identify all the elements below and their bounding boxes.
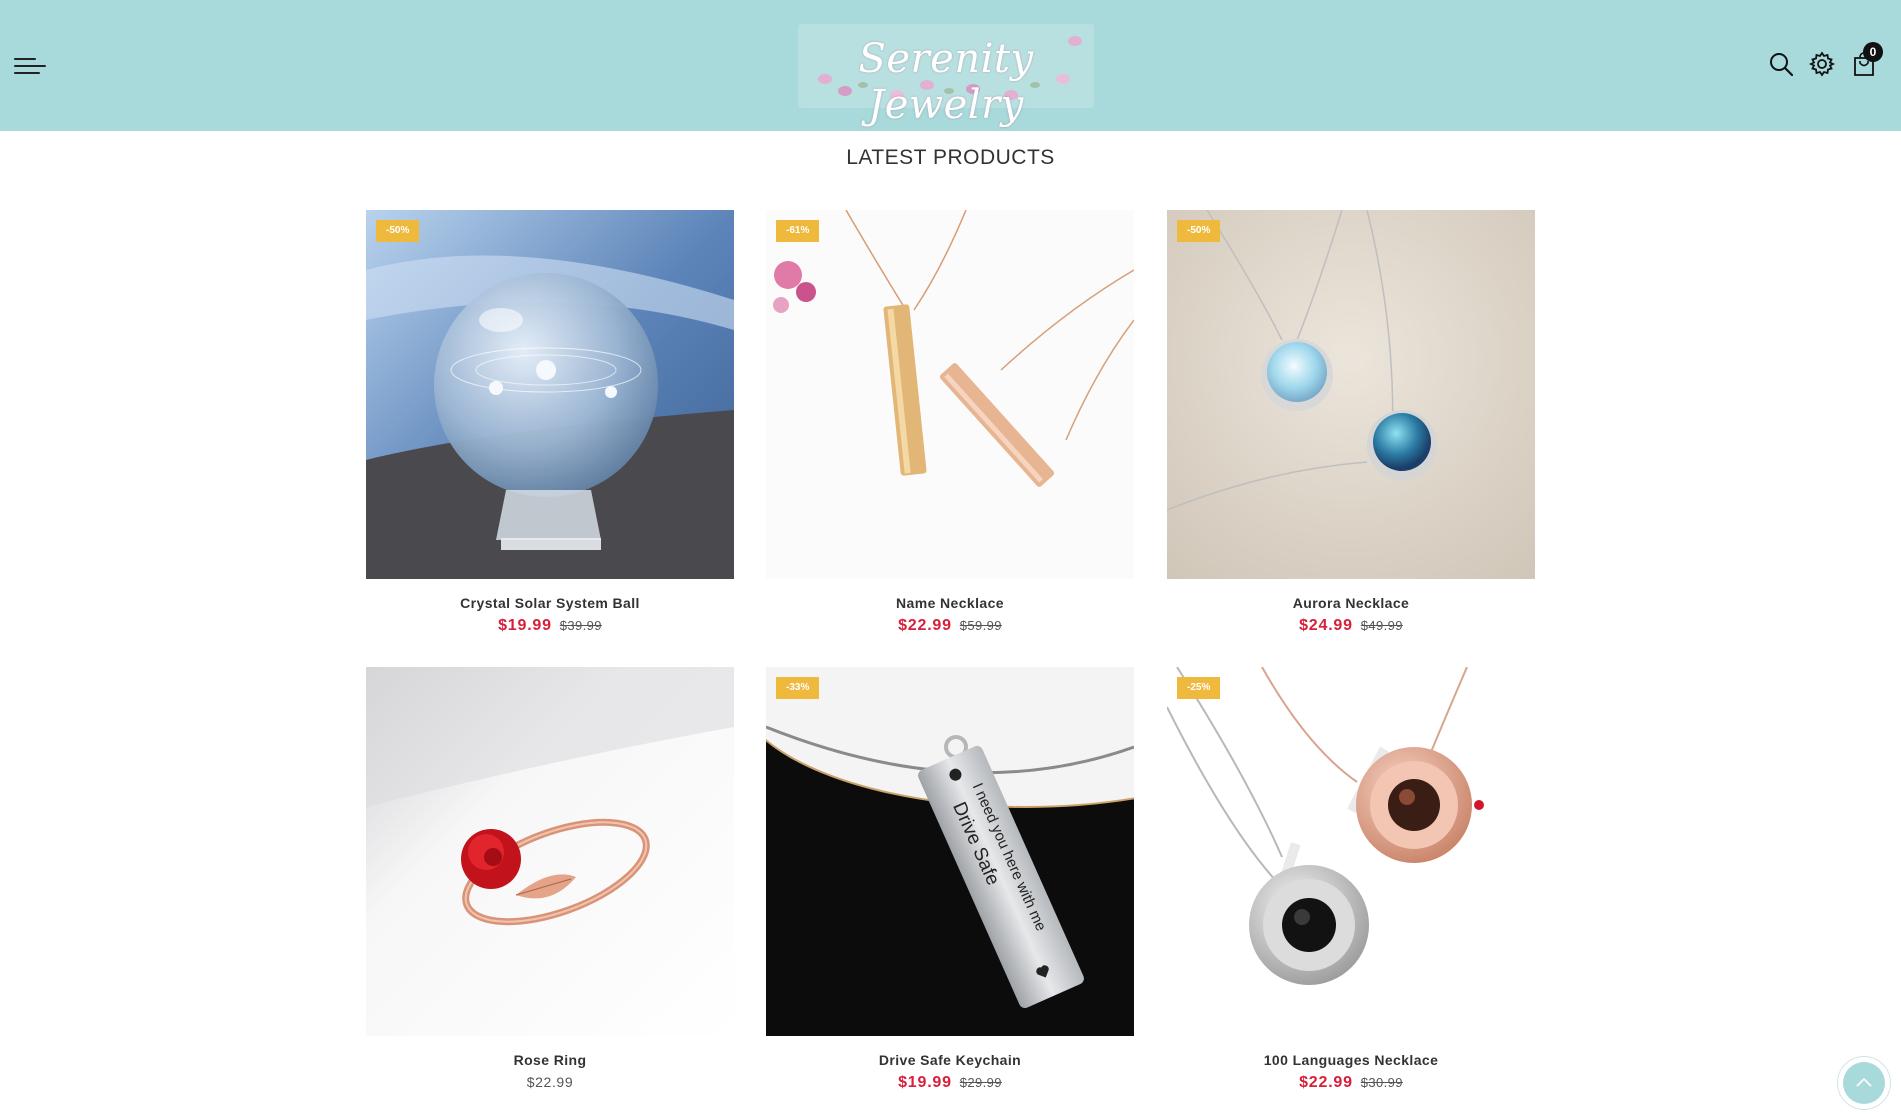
product-prices: $24.99 $49.99 xyxy=(1167,617,1535,635)
sale-price: $22.99 xyxy=(1299,1074,1353,1091)
product-image[interactable]: -61% xyxy=(766,210,1134,579)
original-price: $30.99 xyxy=(1360,1075,1403,1090)
section-title: LATEST PRODUCTS xyxy=(846,146,1055,169)
product-image[interactable]: -50% xyxy=(366,210,734,579)
product-prices: $22.99 $30.99 xyxy=(1167,1074,1535,1092)
original-price: $59.99 xyxy=(959,618,1002,633)
sale-price: $19.99 xyxy=(898,1074,952,1091)
rose-ring-photo xyxy=(366,667,734,1036)
languages-necklace-photo xyxy=(1167,667,1535,1036)
gear-icon[interactable] xyxy=(1808,50,1836,78)
drive-safe-keychain-photo: Drive Safe I need you here with me xyxy=(766,667,1134,1036)
product-card: Rose Ring $22.99 xyxy=(366,667,734,1090)
discount-badge: -50% xyxy=(1177,220,1221,242)
product-image[interactable]: Drive Safe I need you here with me -33% xyxy=(766,667,1134,1036)
sale-price: $22.99 xyxy=(898,617,952,634)
product-card: -50% Crystal Solar System Ball $19.99 $3… xyxy=(366,210,734,635)
aurora-necklace-photo xyxy=(1167,210,1535,579)
cart-count-badge: 0 xyxy=(1863,42,1883,62)
regular-price: $22.99 xyxy=(526,1074,574,1090)
original-price: $29.99 xyxy=(959,1075,1002,1090)
product-name[interactable]: Crystal Solar System Ball xyxy=(366,595,734,611)
discount-badge: -50% xyxy=(376,220,420,242)
crystal-ball-photo xyxy=(366,210,734,579)
product-card: Drive Safe I need you here with me -33% … xyxy=(766,667,1134,1092)
product-name[interactable]: 100 Languages Necklace xyxy=(1167,1052,1535,1068)
product-image[interactable] xyxy=(366,667,734,1036)
menu-icon[interactable] xyxy=(14,55,46,77)
discount-badge: -33% xyxy=(776,677,820,699)
product-name[interactable]: Name Necklace xyxy=(766,595,1134,611)
product-name[interactable]: Rose Ring xyxy=(366,1052,734,1068)
name-necklace-photo xyxy=(766,210,1134,579)
site-logo[interactable]: Serenity Jewelry xyxy=(798,24,1094,128)
scroll-to-top-circle xyxy=(1843,1062,1885,1104)
product-image[interactable]: -25% xyxy=(1167,667,1535,1036)
original-price: $39.99 xyxy=(559,618,602,633)
logo-text: Serenity Jewelry xyxy=(858,36,1034,128)
product-card: -25% 100 Languages Necklace $22.99 $30.9… xyxy=(1167,667,1535,1092)
product-card: -61% Name Necklace $22.99 $59.99 xyxy=(766,210,1134,635)
product-image[interactable]: -50% xyxy=(1167,210,1535,579)
product-prices: $19.99 $29.99 xyxy=(766,1074,1134,1092)
product-card: -50% Aurora Necklace $24.99 $49.99 xyxy=(1167,210,1535,635)
discount-badge: -61% xyxy=(776,220,820,242)
product-prices: $19.99 $39.99 xyxy=(366,617,734,635)
product-prices: $22.99 xyxy=(366,1074,734,1090)
discount-badge: -25% xyxy=(1177,677,1221,699)
site-header: Serenity Jewelry 0 xyxy=(0,0,1901,131)
chevron-up-icon xyxy=(1856,1077,1872,1087)
scroll-to-top-button[interactable] xyxy=(1837,1056,1891,1110)
sale-price: $24.99 xyxy=(1299,617,1353,634)
product-name[interactable]: Aurora Necklace xyxy=(1167,595,1535,611)
search-icon[interactable] xyxy=(1767,50,1795,78)
product-name[interactable]: Drive Safe Keychain xyxy=(766,1052,1134,1068)
sale-price: $19.99 xyxy=(498,617,552,634)
product-prices: $22.99 $59.99 xyxy=(766,617,1134,635)
original-price: $49.99 xyxy=(1360,618,1403,633)
